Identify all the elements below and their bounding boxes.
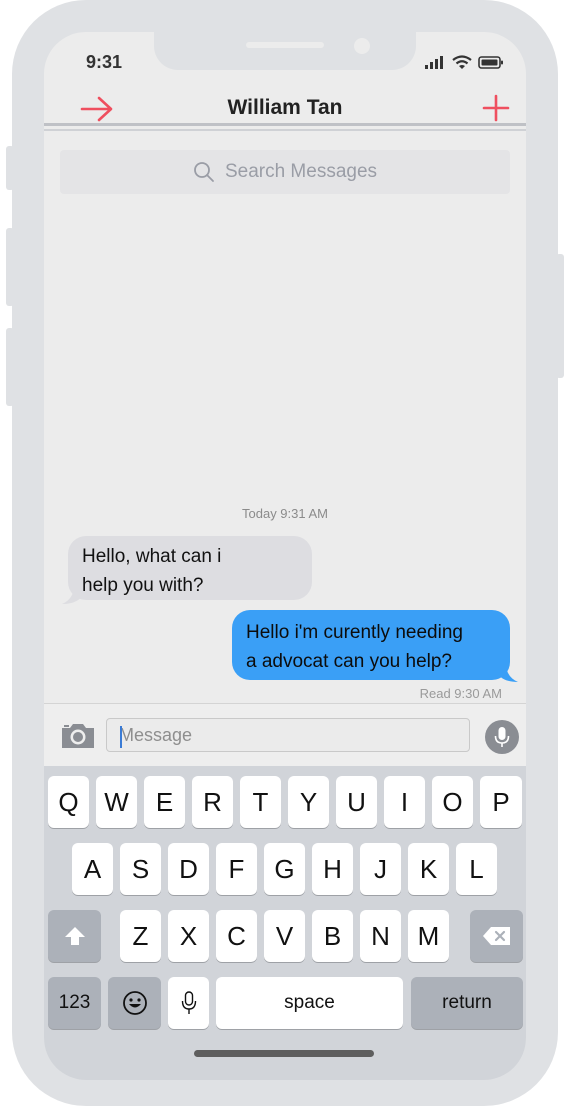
shift-icon	[64, 927, 85, 945]
key-c[interactable]: C	[216, 910, 257, 962]
volume-up-button	[6, 228, 14, 306]
search-icon	[194, 162, 214, 182]
return-key[interactable]: return	[411, 977, 523, 1029]
message-text-line: help you with?	[82, 575, 204, 596]
screen: 9:31 William Tan Search Messages Today 9…	[44, 32, 526, 1080]
status-icons	[424, 52, 504, 72]
message-input-bar	[44, 703, 526, 766]
key-n[interactable]: N	[360, 910, 401, 962]
key-f[interactable]: F	[216, 843, 257, 895]
key-d[interactable]: D	[168, 843, 209, 895]
key-k[interactable]: K	[408, 843, 449, 895]
volume-down-button	[6, 328, 14, 406]
conversation-timestamp: Today 9:31 AM	[242, 506, 328, 521]
key-i[interactable]: I	[384, 776, 425, 828]
camera-icon[interactable]	[60, 720, 96, 750]
front-camera	[354, 38, 370, 54]
dictation-key[interactable]	[168, 977, 209, 1029]
key-l[interactable]: L	[456, 843, 497, 895]
key-b[interactable]: B	[312, 910, 353, 962]
message-text-line: Hello i'm curently needing	[246, 622, 463, 643]
home-indicator[interactable]	[194, 1050, 374, 1057]
search-placeholder: Search Messages	[224, 161, 378, 182]
message-text-line: a advocat can you help?	[246, 651, 452, 672]
key-g[interactable]: G	[264, 843, 305, 895]
key-r[interactable]: R	[192, 776, 233, 828]
read-receipt: Read 9:30 AM	[419, 686, 502, 701]
key-m[interactable]: M	[408, 910, 449, 962]
key-v[interactable]: V	[264, 910, 305, 962]
key-q[interactable]: Q	[48, 776, 89, 828]
message-text-line: Hello, what can i	[82, 546, 222, 567]
delete-key[interactable]	[470, 910, 523, 962]
search-messages-field[interactable]: Search Messages	[60, 150, 510, 194]
key-w[interactable]: W	[96, 776, 137, 828]
status-time: 9:31	[86, 52, 123, 72]
key-e[interactable]: E	[144, 776, 185, 828]
signal-icon	[425, 56, 443, 69]
message-input[interactable]	[106, 718, 470, 752]
wifi-icon	[452, 54, 472, 69]
mic-icon	[494, 727, 510, 747]
delete-icon	[482, 927, 510, 945]
dictation-icon	[181, 991, 196, 1014]
key-s[interactable]: S	[120, 843, 161, 895]
power-button	[556, 254, 564, 378]
text-caret	[120, 726, 122, 748]
key-a[interactable]: A	[72, 843, 113, 895]
key-z[interactable]: Z	[120, 910, 161, 962]
contact-name: William Tan	[227, 96, 343, 119]
key-o[interactable]: O	[432, 776, 473, 828]
speaker-grille	[246, 42, 324, 48]
key-x[interactable]: X	[168, 910, 209, 962]
voice-message-button[interactable]	[485, 720, 519, 754]
notch	[154, 32, 416, 70]
emoji-key[interactable]	[108, 977, 161, 1029]
silent-switch	[6, 146, 14, 190]
incoming-message-bubble: Hello, what can i help you with?	[68, 536, 312, 600]
outgoing-message-bubble: Hello i'm curently needing a advocat can…	[232, 610, 510, 680]
emoji-icon	[122, 991, 147, 1015]
shift-key[interactable]	[48, 910, 101, 962]
key-y[interactable]: Y	[288, 776, 329, 828]
key-h[interactable]: H	[312, 843, 353, 895]
key-u[interactable]: U	[336, 776, 377, 828]
header-divider-secondary	[44, 129, 526, 131]
key-t[interactable]: T	[240, 776, 281, 828]
plus-icon[interactable]	[482, 94, 510, 122]
keyboard: Q W E R T Y U I O P A S D F G H J K L Z …	[44, 766, 526, 1080]
battery-icon	[478, 55, 503, 69]
numbers-key[interactable]: 123	[48, 977, 101, 1029]
key-p[interactable]: P	[480, 776, 522, 828]
space-key[interactable]: space	[216, 977, 403, 1029]
header-divider	[44, 123, 526, 126]
key-j[interactable]: J	[360, 843, 401, 895]
